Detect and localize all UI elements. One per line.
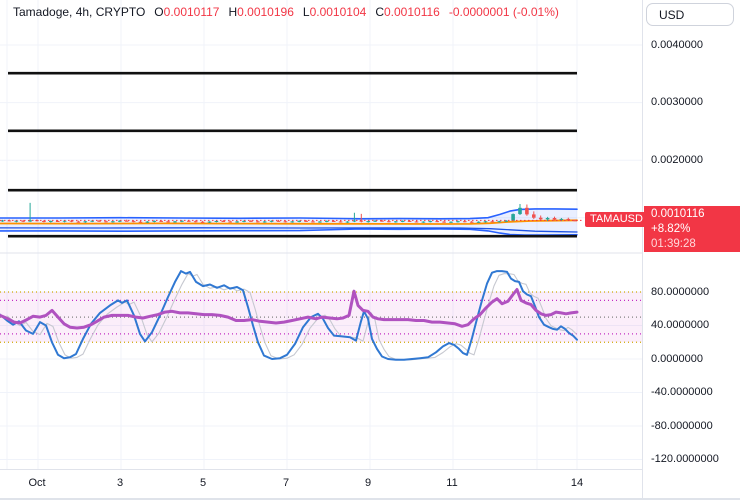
last-price-value: 0.0010116	[651, 208, 705, 220]
last-price-change: +8.82%	[651, 223, 691, 235]
osc-tick: -120.0000000	[651, 453, 719, 465]
osc-tick: -40.0000000	[651, 386, 713, 398]
price-tick: 0.0020000	[651, 153, 703, 166]
osc-tick: -80.0000000	[651, 419, 713, 432]
time-tick: 11	[446, 477, 458, 489]
time-tick: Oct	[28, 477, 46, 489]
time-tick: 3	[116, 477, 124, 489]
price-tick: 0.0040000	[651, 38, 703, 51]
time-axis[interactable]	[0, 470, 643, 500]
osc-tick: 0.0000000	[651, 352, 703, 365]
osc-tick: 40.0000000	[651, 319, 710, 331]
time-tick: 5	[199, 477, 207, 489]
osc-tick: 80.0000000	[651, 285, 710, 298]
last-price-badge: 0.0010116 +8.82% 01:39:28	[644, 206, 740, 252]
price-tick: 0.0030000	[651, 96, 703, 109]
currency-button[interactable]: USD	[646, 3, 734, 26]
time-tick: 9	[364, 477, 372, 489]
chart-canvas[interactable]	[0, 0, 740, 500]
time-tick: 14	[570, 477, 584, 489]
trading-chart-app: Tamadoge, 4h, CRYPTO O0.0010117 H0.00101…	[0, 0, 740, 500]
bar-countdown: 01:39:28	[651, 238, 696, 250]
last-price-symbol-label: TAMAUSD	[585, 212, 648, 227]
time-tick: 7	[282, 477, 290, 489]
